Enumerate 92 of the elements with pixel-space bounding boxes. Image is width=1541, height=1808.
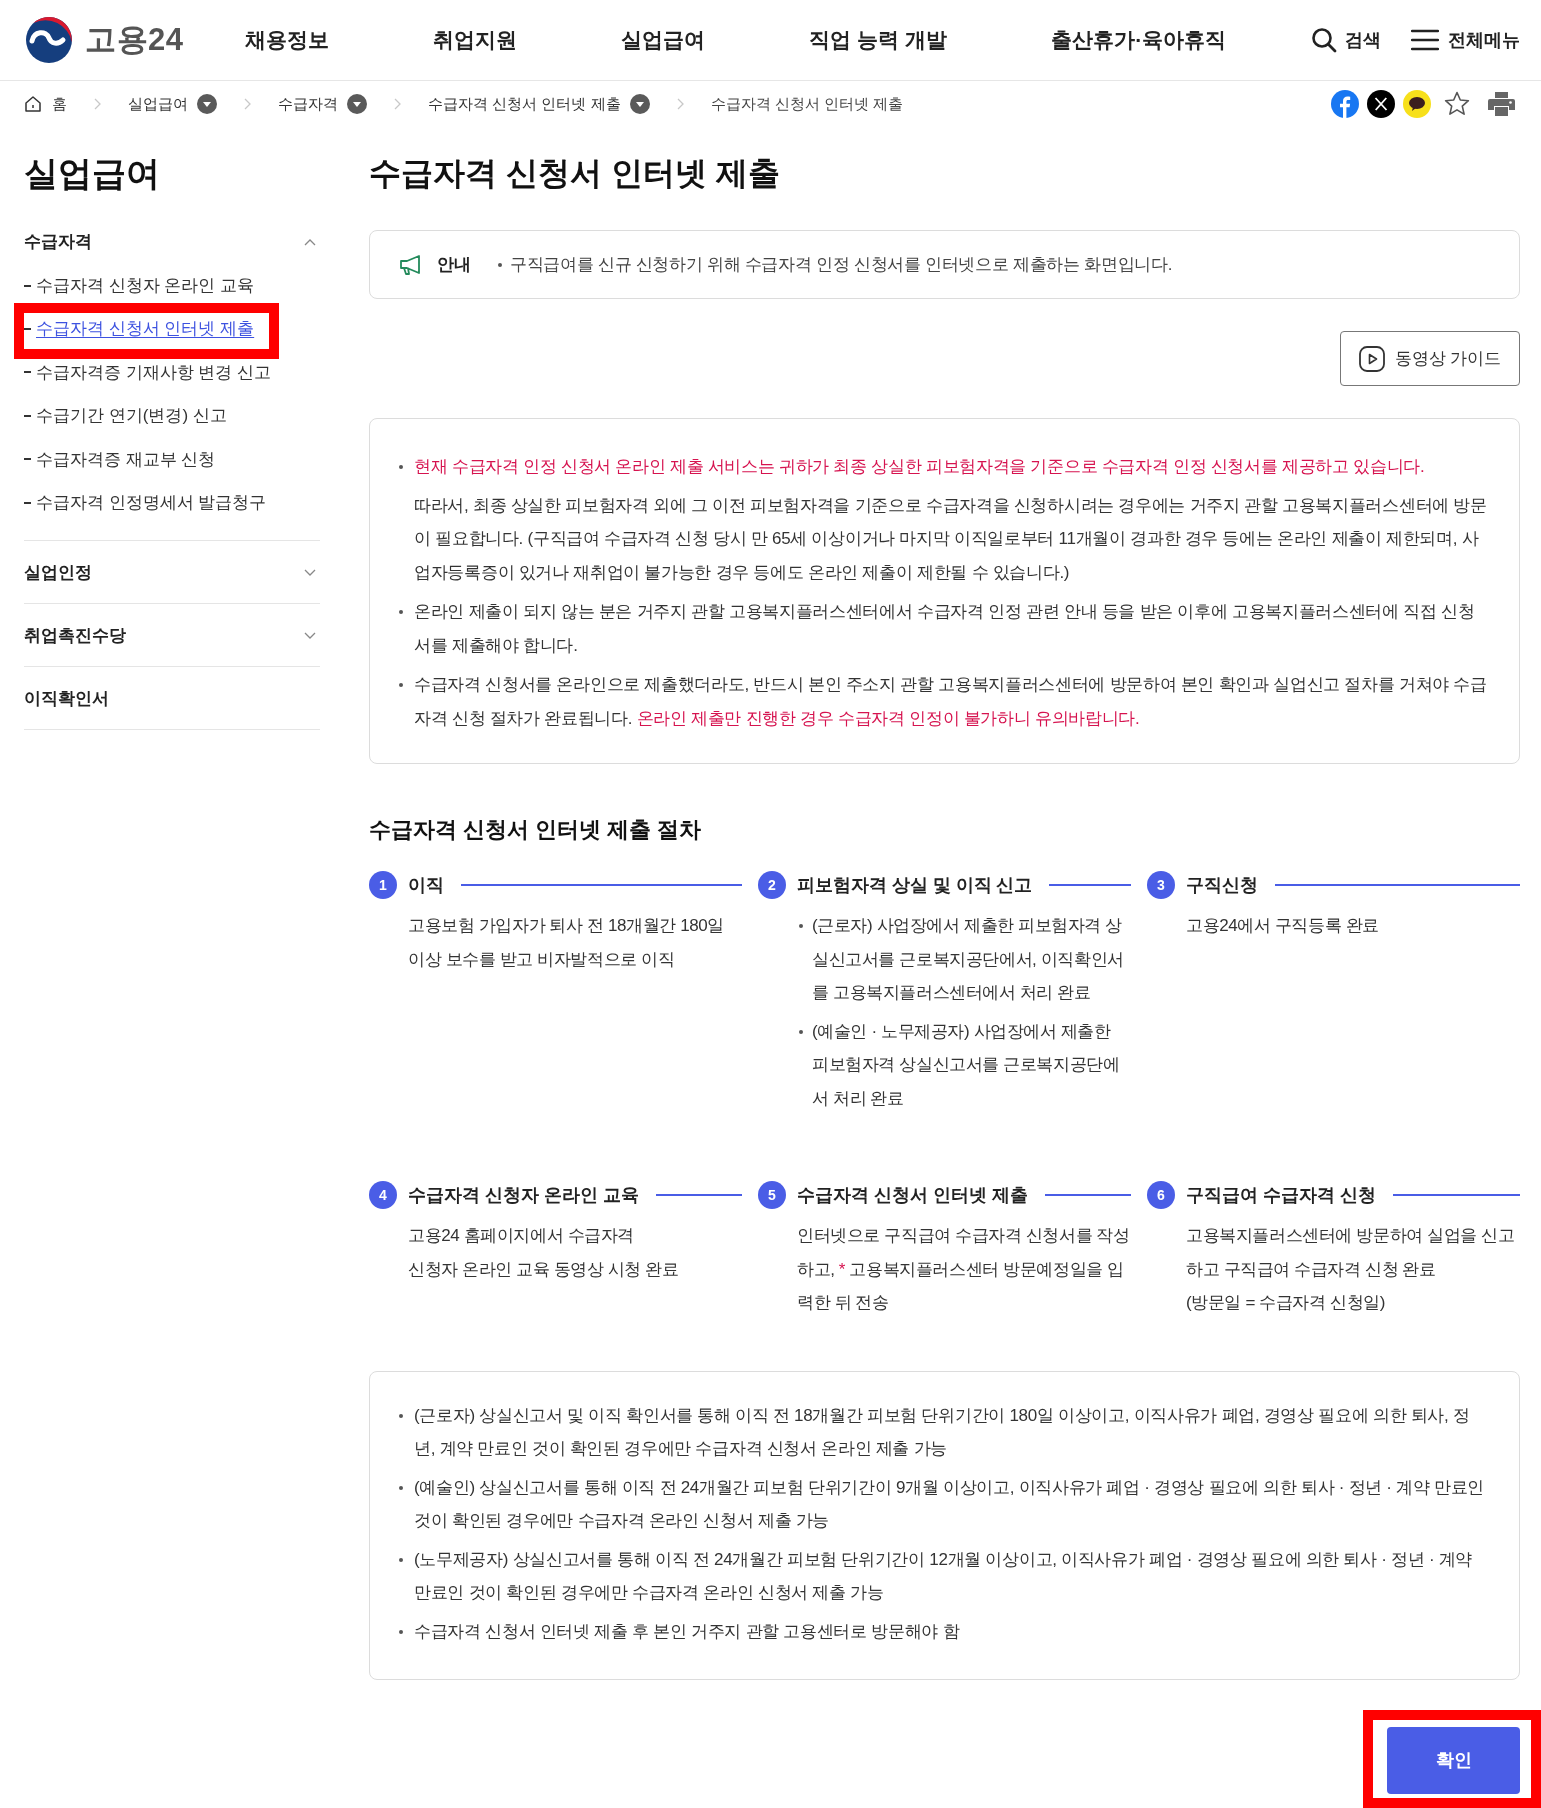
- step-number: 2: [758, 871, 786, 899]
- bullet-icon: [399, 1485, 403, 1490]
- sidebar-group-button[interactable]: 실업인정: [24, 541, 320, 604]
- chevron-right-icon: [394, 98, 401, 110]
- bullet-icon: [799, 924, 803, 928]
- chevron-right-icon: [94, 98, 101, 110]
- notice-label: 안내: [437, 253, 471, 276]
- breadcrumb-link[interactable]: 수급자격 신청서 인터넷 제출: [428, 92, 621, 116]
- sidebar-link[interactable]: 수급자격증 기재사항 변경 신고: [36, 359, 272, 386]
- sidebar-title: 실업급여: [24, 153, 161, 194]
- sidebar-group-link[interactable]: 이직확인서: [24, 667, 320, 730]
- bullet-icon: [498, 262, 502, 267]
- menu-button[interactable]: 전체메뉴: [1411, 26, 1520, 54]
- dash-icon: [24, 414, 31, 417]
- breadcrumb-link[interactable]: 수급자격: [278, 92, 338, 116]
- breadcrumb-current: 수급자격 신청서 인터넷 제출: [710, 93, 904, 114]
- section-heading: 수급자격 신청서 인터넷 제출 절차: [369, 816, 703, 844]
- step-text: 고용복지플러스센터에 방문하여 실업을 신고하고 구직급여 수급자격 신청 완료: [1186, 1225, 1516, 1281]
- video-guide-button[interactable]: 동영상 가이드: [1340, 331, 1520, 386]
- step-text: (근로자) 사업장에서 제출한 피보험자격 상실신고서를 근로복지공단에서, 이직확인서를 고용복지플러스센터에서 처리 완료: [812, 915, 1125, 1004]
- step-text: 인터넷으로 구직급여 수급자격 신청서를 작성하고, * 고용복지플러스센터 방문예정일을 입력한 뒤 전송: [797, 1225, 1131, 1314]
- x-logo-icon[interactable]: [1367, 90, 1395, 118]
- breadcrumb-link[interactable]: 실업급여: [128, 92, 188, 116]
- dropdown-caret-icon[interactable]: [629, 94, 650, 114]
- menu-icon: [1411, 29, 1439, 51]
- condition-text: (근로자) 상실신고서 및 이직 확인서를 통해 이직 전 18개월간 피보험 단위기간이 180일 이상이고, 이직사유가 폐업, 경영상 필요에 의한 퇴사, 정년, 계약 만료인 것이 확인된 경우에만 수급자격 신청서 온라인 제출 가능: [414, 1404, 1471, 1460]
- page-title: 수급자격 신청서 인터넷 제출: [369, 154, 781, 193]
- step-title: 구직급여 수급자격 신청: [1186, 1183, 1376, 1207]
- step-title: 수급자격 신청서 인터넷 제출: [797, 1183, 1028, 1207]
- home-link[interactable]: 홈: [24, 92, 67, 116]
- step-number: 4: [369, 1181, 397, 1209]
- sidebar-link[interactable]: 수급자격 신청서 인터넷 제출: [36, 316, 255, 342]
- search-icon: [1311, 27, 1337, 53]
- logo-text[interactable]: 고용24: [85, 16, 184, 64]
- notice-text: 구직급여를 신규 신청하기 위해 수급자격 인정 신청서를 인터넷으로 제출하는 화면입니다.: [510, 253, 1173, 276]
- condition-text: 수급자격 신청서 인터넷 제출 후 본인 거주지 관할 고용센터로 방문해야 함: [414, 1620, 961, 1643]
- play-icon: [1358, 345, 1385, 372]
- dash-icon: [24, 284, 31, 287]
- facebook-icon[interactable]: [1331, 90, 1359, 118]
- step-number: 6: [1147, 1181, 1175, 1209]
- chevron-right-icon: [676, 98, 684, 110]
- bullet-icon: [799, 1029, 803, 1034]
- nav-link[interactable]: 직업 능력 개발: [809, 24, 948, 56]
- chevron-right-icon: [244, 98, 251, 110]
- bullet-icon: [399, 1629, 403, 1634]
- step-title: 수급자격 신청자 온라인 교육: [408, 1183, 639, 1207]
- home-icon: [24, 95, 42, 113]
- search-button[interactable]: 검색: [1311, 26, 1381, 54]
- nav-link[interactable]: 취업지원: [433, 24, 518, 56]
- step-text: (예술인 · 노무제공자) 사업장에서 제출한 피보험자격 상실신고서를 근로복지공단에서 처리 완료: [812, 1020, 1121, 1110]
- talk-bubble-icon[interactable]: [1403, 90, 1431, 118]
- dropdown-caret-icon[interactable]: [197, 94, 217, 114]
- bullet-icon: [399, 1557, 403, 1562]
- bullet-icon: [399, 610, 403, 614]
- info-text: 현재 수급자격 인정 신청서 온라인 제출 서비스는 귀하가 최종 상실한 피보험자격을 기준으로 수급자격 인정 신청서를 제공하고 있습니다.: [414, 456, 1426, 478]
- confirm-button[interactable]: 확인: [1387, 1727, 1520, 1794]
- info-paragraph: 따라서, 최종 상실한 피보험자격 외에 그 이전 피보험자격을 기준으로 수급자격을 신청하시려는 경우에는 거주지 관할 고용복지플러스센터에 방문이 필요합니다. (구직급여 수급자격 신청 당시 만 65세 이상이거나 마지막 이직일로부터 11개월이 경과한 경우 등에는 온라인 제출이 제한되며, 사업자등록증이 있거나 재취업이 불가능한 경우 등에도 온라인 제출이 제한될 수 있습니다.): [413, 494, 1488, 584]
- dash-icon: [24, 458, 31, 461]
- step-number: 1: [369, 871, 397, 899]
- step-number: 5: [758, 1181, 786, 1209]
- sidebar-link[interactable]: 수급자격 신청자 온라인 교육: [36, 272, 255, 299]
- info-text: 수급자격 신청서를 온라인으로 제출했더라도, 반드시 본인 주소지 관할 고용복지플러스센터에 방문하여 본인 확인과 실업신고 절차를 거쳐야 수급자격 신청 절차가 완료됩니다. 온라인 제출만 진행한 경우 수급자격 인정이 불가하니 유의바랍니다.: [414, 674, 1488, 730]
- step-text: 고용24에서 구직등록 완료: [1186, 915, 1380, 937]
- step-title: 이직: [408, 873, 444, 897]
- dash-icon: [24, 328, 31, 331]
- step-title: 피보험자격 상실 및 이직 신고: [797, 873, 1033, 897]
- step-text: 신청자 온라인 교육 동영상 시청 완료: [408, 1258, 680, 1281]
- info-text: 온라인 제출이 되지 않는 분은 거주지 관할 고용복지플러스센터에서 수급자격 인정 관련 안내 등을 받은 이후에 고용복지플러스센터에 직접 신청서를 제출해야 합니다.: [414, 601, 1476, 657]
- sidebar-group-button[interactable]: 수급자격: [24, 211, 320, 273]
- nav-link[interactable]: 출산휴가·육아휴직: [1051, 24, 1227, 56]
- condition-text: (예술인) 상실신고서를 통해 이직 전 24개월간 피보험 단위기간이 9개월 이상이고, 이직사유가 폐업 · 경영상 필요에 의한 퇴사 · 정년 · 계약 만료인 것이 확인된 경우에만 수급자격 온라인 신청서 제출 가능: [414, 1476, 1486, 1532]
- print-icon[interactable]: [1487, 90, 1516, 118]
- step-text: 고용24 홈페이지에서 수급자격: [408, 1225, 635, 1247]
- condition-text: (노무제공자) 상실신고서를 통해 이직 전 24개월간 피보험 단위기간이 12개월 이상이고, 이직사유가 폐업 · 경영상 필요에 의한 퇴사 · 정년 · 계약 만료인 것이 확인된 경우에만 수급자격 온라인 신청서 제출 가능: [414, 1548, 1474, 1604]
- dropdown-caret-icon[interactable]: [347, 94, 367, 114]
- nav-link[interactable]: 실업급여: [621, 24, 706, 56]
- sidebar-link[interactable]: 수급자격증 재교부 신청: [36, 446, 216, 472]
- nav-link[interactable]: 채용정보: [245, 24, 330, 56]
- logo-icon[interactable]: [25, 16, 73, 64]
- step-number: 3: [1147, 871, 1175, 899]
- bullet-icon: [399, 683, 403, 687]
- bullet-icon: [399, 1413, 403, 1418]
- dash-icon: [24, 501, 31, 504]
- sidebar-link[interactable]: 수급자격 인정명세서 발급청구: [36, 489, 267, 516]
- step-text: (방문일 = 수급자격 신청일): [1186, 1292, 1387, 1314]
- step-title: 구직신청: [1186, 873, 1258, 897]
- star-icon[interactable]: [1443, 90, 1471, 118]
- sidebar-link[interactable]: 수급기간 연기(변경) 신고: [36, 403, 227, 429]
- step-text: 고용보험 가입자가 퇴사 전 18개월간 180일 이상 보수를 받고 비자발적으로 이직: [408, 915, 725, 971]
- sidebar-group-button[interactable]: 취업촉진수당: [24, 604, 320, 667]
- bullet-icon: [399, 465, 403, 469]
- dash-icon: [24, 371, 31, 374]
